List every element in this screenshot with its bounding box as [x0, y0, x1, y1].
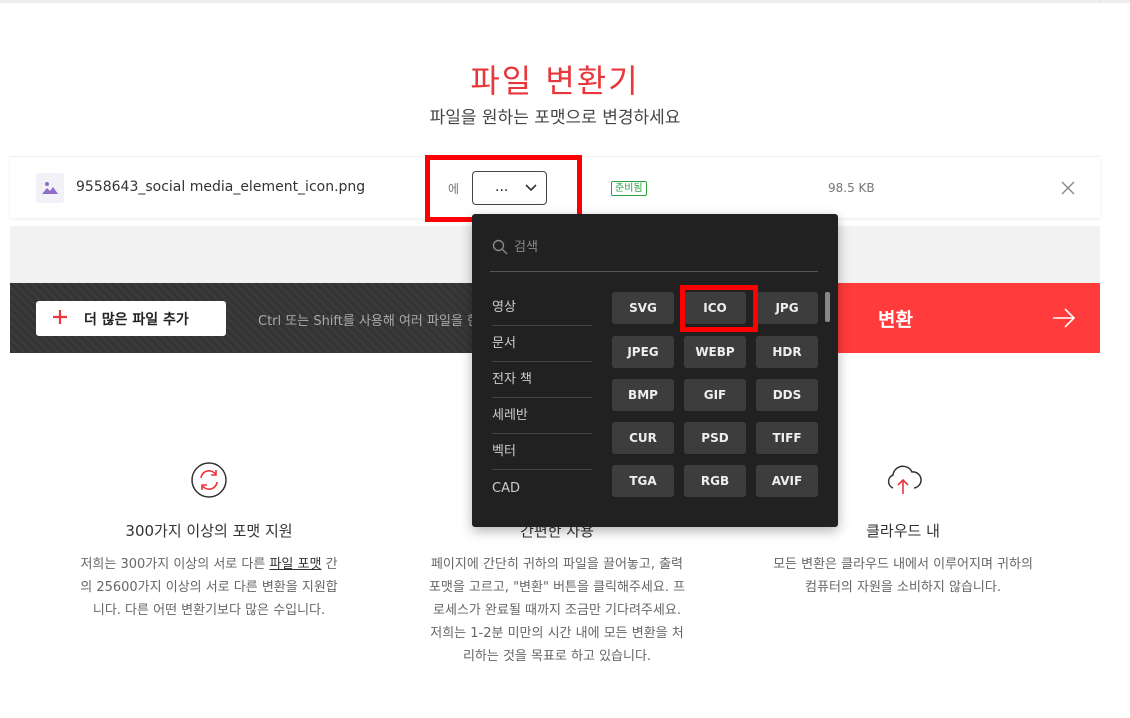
- file-name: 9558643_social media_element_icon.png: [76, 179, 366, 195]
- file-formats-link[interactable]: 파일 포맷: [269, 557, 321, 572]
- format-option[interactable]: WEBP: [684, 336, 746, 368]
- format-option[interactable]: GIF: [684, 379, 746, 411]
- format-option[interactable]: BMP: [612, 379, 674, 411]
- feature-desc: 페이지에 간단히 귀하의 파일을 끌어놓고, 출력 포맷을 고르고, "변환" …: [428, 557, 686, 664]
- plus-icon: [53, 310, 67, 324]
- feature-desc: 모든 변환은 클라우드 내에서 이루어지며 귀하의 컴퓨터의 자원을 소비하지 …: [773, 557, 1033, 595]
- format-dropdown: 영상 문서 전자 책 세레반 벡터 CAD SVG ICO JPG JPEG W…: [472, 214, 838, 527]
- format-option[interactable]: CUR: [612, 422, 674, 454]
- status-badge: 준비됨: [611, 181, 647, 196]
- category-serevan[interactable]: 세레반: [492, 398, 592, 434]
- category-vector[interactable]: 벡터: [492, 434, 592, 470]
- feature-desc: 저희는 300가지 이상의 서로 다른 파일 포맷 간의 25600가지 이상의…: [80, 557, 338, 618]
- highlight-box-ico: [680, 285, 758, 332]
- format-option[interactable]: JPEG: [612, 336, 674, 368]
- format-option[interactable]: RGB: [684, 465, 746, 497]
- top-divider: [0, 0, 1130, 3]
- format-option[interactable]: TGA: [612, 465, 674, 497]
- multi-select-hint: Ctrl 또는 Shift를 사용해 여러 파일을 한: [258, 314, 473, 329]
- format-search-input[interactable]: [514, 236, 814, 258]
- format-search: [490, 236, 818, 272]
- search-icon: [492, 239, 508, 255]
- category-document[interactable]: 문서: [492, 326, 592, 362]
- highlight-box-select: [425, 155, 582, 222]
- page-subtitle: 파일을 원하는 포맷으로 변경하세요: [429, 108, 681, 128]
- file-size: 98.5 KB: [828, 181, 875, 195]
- format-option[interactable]: SVG: [612, 292, 674, 324]
- format-option[interactable]: DDS: [756, 379, 818, 411]
- format-option[interactable]: AVIF: [756, 465, 818, 497]
- category-video[interactable]: 영상: [492, 290, 592, 326]
- convert-label: 변환: [878, 309, 913, 331]
- dropdown-scrollbar[interactable]: [825, 292, 830, 322]
- image-file-icon: [36, 173, 64, 203]
- arrow-right-icon: [1053, 308, 1076, 328]
- page-title: 파일 변환기: [470, 62, 640, 100]
- add-more-files-button[interactable]: 더 많은 파일 추가: [36, 301, 226, 336]
- convert-button[interactable]: 변환: [830, 283, 1100, 353]
- refresh-icon: [191, 462, 227, 498]
- feature-title: 300가지 이상의 포맷 지원: [125, 522, 293, 540]
- category-ebook[interactable]: 전자 책: [492, 362, 592, 398]
- format-option[interactable]: TIFF: [756, 422, 818, 454]
- close-icon[interactable]: [1059, 179, 1077, 197]
- format-option[interactable]: JPG: [756, 292, 818, 324]
- add-more-files-label: 더 많은 파일 추가: [84, 312, 189, 328]
- format-option[interactable]: HDR: [756, 336, 818, 368]
- format-option[interactable]: PSD: [684, 422, 746, 454]
- feature-formats: 300가지 이상의 포맷 지원 저희는 300가지 이상의 서로 다른 파일 포…: [79, 460, 339, 622]
- category-cad[interactable]: CAD: [492, 471, 592, 507]
- cloud-upload-icon: [887, 465, 922, 494]
